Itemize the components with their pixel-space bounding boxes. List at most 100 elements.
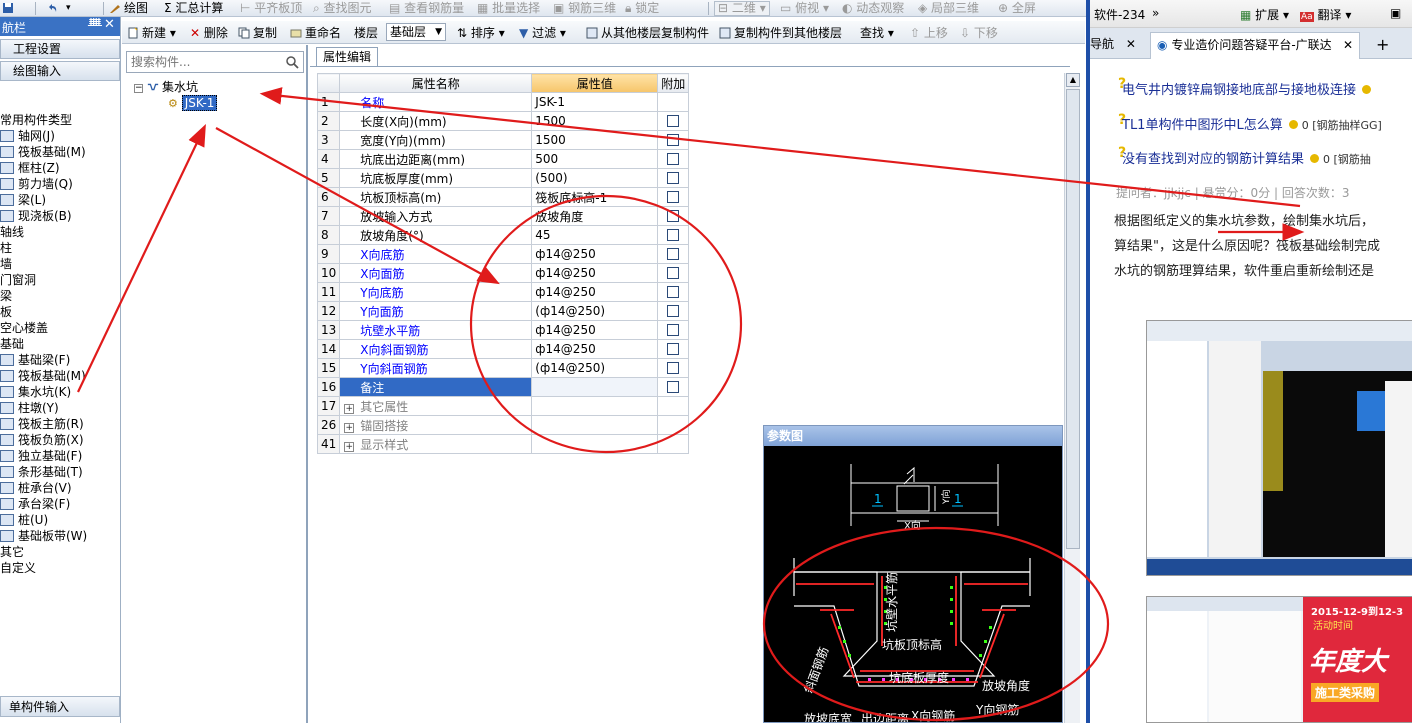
- property-value[interactable]: (ф14@250): [531, 301, 659, 321]
- property-row[interactable]: 9 X向底筋 ф14@250: [316, 244, 690, 264]
- nav-item[interactable]: 其它: [0, 544, 24, 560]
- nav-item[interactable]: 筏板基础(M): [0, 368, 86, 384]
- nav-item[interactable]: 筏板负筋(X): [0, 432, 84, 448]
- property-row[interactable]: 5 坑底板厚度(mm) (500): [316, 168, 690, 188]
- tab-close-icon[interactable]: ✕: [1343, 33, 1353, 58]
- move-up-button[interactable]: ⇧ 上移: [910, 25, 948, 41]
- sort-button[interactable]: ⇅ 排序 ▾: [457, 25, 505, 41]
- single-component-input-button[interactable]: 单构件输入: [0, 696, 120, 717]
- rebar-3d-button[interactable]: ▣ 钢筋三维: [553, 0, 616, 16]
- tab-navigation[interactable]: 导航 ✕: [1090, 32, 1142, 59]
- nav-item[interactable]: 柱墩(Y): [0, 400, 59, 416]
- property-value[interactable]: (500): [531, 168, 659, 188]
- flush-slab-button[interactable]: ⊢ 平齐板顶: [240, 0, 302, 16]
- property-row[interactable]: 4 坑底出边距离(mm) 500: [316, 149, 690, 169]
- property-value[interactable]: ф14@250: [531, 244, 659, 264]
- filter-button[interactable]: ▼ 过滤 ▾: [519, 25, 566, 41]
- extra-checkbox[interactable]: [667, 305, 680, 317]
- property-row[interactable]: 11 Y向底筋 ф14@250: [316, 282, 690, 302]
- promo-banner[interactable]: 2015-12-9到12-3 活动时间 年度大 施工类采购: [1303, 597, 1412, 722]
- property-value[interactable]: [531, 415, 659, 435]
- nav-item[interactable]: 基础板带(W): [0, 528, 87, 544]
- find-element-button[interactable]: ⌕ 查找图元: [313, 0, 372, 16]
- rename-button[interactable]: 重命名: [290, 25, 341, 41]
- property-row[interactable]: 8 放坡角度(°) 45: [316, 225, 690, 245]
- nav-item[interactable]: 轴网(J): [0, 128, 55, 144]
- property-value[interactable]: ф14@250: [531, 282, 659, 302]
- summary-button[interactable]: Σ 汇总计算: [164, 0, 223, 16]
- nav-item[interactable]: 门窗洞: [0, 272, 36, 288]
- extra-checkbox[interactable]: [667, 381, 680, 393]
- extra-checkbox[interactable]: [667, 229, 680, 241]
- scroll-up-icon[interactable]: ▲: [1066, 73, 1080, 87]
- property-row[interactable]: 2 长度(X向)(mm) 1500: [316, 111, 690, 131]
- extra-checkbox[interactable]: [667, 286, 680, 298]
- property-value[interactable]: ф14@250: [531, 339, 659, 359]
- nav-item[interactable]: 桩(U): [0, 512, 48, 528]
- extra-checkbox[interactable]: [667, 343, 680, 355]
- view-rebar-button[interactable]: ▤ 查看钢筋量: [389, 0, 464, 16]
- nav-item[interactable]: 剪力墙(Q): [0, 176, 73, 192]
- property-row[interactable]: 41 + 显示样式: [316, 434, 690, 454]
- extra-checkbox[interactable]: [667, 172, 680, 184]
- property-row[interactable]: 17 + 其它属性: [316, 396, 690, 416]
- expand-icon[interactable]: +: [344, 422, 355, 433]
- bookmark-software-234[interactable]: 软件-234: [1094, 6, 1145, 23]
- extra-checkbox[interactable]: [667, 362, 680, 374]
- move-down-button[interactable]: ⇩ 下移: [960, 25, 998, 41]
- property-value[interactable]: ф14@250: [531, 320, 659, 340]
- nav-item[interactable]: 条形基础(T): [0, 464, 83, 480]
- property-value[interactable]: 1500: [531, 111, 659, 131]
- tab-close-icon[interactable]: ✕: [1126, 37, 1136, 51]
- nav-item[interactable]: 梁(L): [0, 192, 46, 208]
- batch-select-button[interactable]: ▦ 批量选择: [477, 0, 540, 16]
- tab-property-edit[interactable]: 属性编辑: [316, 47, 379, 67]
- question-screenshot-1[interactable]: [1146, 320, 1412, 576]
- nav-item[interactable]: 墙: [0, 256, 12, 272]
- nav-item[interactable]: 框柱(Z): [0, 160, 60, 176]
- new-tab-button[interactable]: +: [1370, 32, 1395, 59]
- draw-button[interactable]: 绘图: [109, 0, 148, 16]
- property-value[interactable]: 筏板底标高-1: [531, 187, 659, 207]
- property-value[interactable]: JSK-1: [531, 92, 659, 112]
- tree-node-jsk-1[interactable]: ⚙ JSK-1: [168, 95, 218, 111]
- pin-icon[interactable]: ᚙ: [88, 18, 102, 32]
- undo-icon[interactable]: [46, 0, 61, 16]
- question-link-3[interactable]: 没有查找到对应的钢筋计算结果 0 [钢筋抽: [1122, 148, 1371, 167]
- local-3d-button[interactable]: ◈ 局部三维: [918, 0, 979, 16]
- extra-checkbox[interactable]: [667, 115, 680, 127]
- top-view-button[interactable]: ▭ 俯视 ▾: [780, 0, 829, 16]
- translate-button[interactable]: Aa 翻译 ▾: [1300, 6, 1351, 23]
- extra-checkbox[interactable]: [667, 267, 680, 279]
- property-value[interactable]: 1500: [531, 130, 659, 150]
- property-row[interactable]: 1 名称 JSK-1: [316, 92, 690, 112]
- extra-checkbox[interactable]: [667, 191, 680, 203]
- scrollbar-thumb[interactable]: [1066, 89, 1080, 549]
- extra-checkbox[interactable]: [667, 248, 680, 260]
- property-row[interactable]: 6 坑板顶标高(m) 筏板底标高-1: [316, 187, 690, 207]
- search-icon[interactable]: [285, 55, 299, 69]
- nav-item[interactable]: 独立基础(F): [0, 448, 82, 464]
- nav-item[interactable]: 桩承台(V): [0, 480, 72, 496]
- nav-item[interactable]: 现浇板(B): [0, 208, 72, 224]
- property-row[interactable]: 13 坑壁水平筋 ф14@250: [316, 320, 690, 340]
- nav-item[interactable]: 承台梁(F): [0, 496, 70, 512]
- property-row[interactable]: 12 Y向面筋 (ф14@250): [316, 301, 690, 321]
- lock-button[interactable]: 🔒︎ 锁定: [625, 0, 659, 16]
- question-link-1[interactable]: 电气井内镀锌扁钢接地底部与接地极连接: [1122, 79, 1375, 98]
- property-row[interactable]: 7 放坡输入方式 放坡角度: [316, 206, 690, 226]
- find-button[interactable]: 查找 ▾: [860, 25, 894, 41]
- nav-item[interactable]: 基础梁(F): [0, 352, 70, 368]
- nav-item[interactable]: 梁: [0, 288, 12, 304]
- drawing-input-button[interactable]: 绘图输入: [0, 61, 120, 81]
- extra-checkbox[interactable]: [667, 210, 680, 222]
- property-vertical-scrollbar[interactable]: ▲: [1064, 73, 1080, 723]
- question-link-2[interactable]: TL1单构件中图形中L怎么算 0 [钢筋抽样GG]: [1122, 114, 1382, 133]
- extensions-button[interactable]: ▦ 扩展 ▾: [1240, 6, 1289, 23]
- save-icon[interactable]: [2, 0, 17, 16]
- tab-glodon-qa[interactable]: ◉ 专业造价问题答疑平台-广联达 ✕: [1150, 32, 1360, 59]
- nav-item[interactable]: 筏板基础(M): [0, 144, 86, 160]
- property-value[interactable]: 45: [531, 225, 659, 245]
- component-search-input[interactable]: [129, 54, 279, 70]
- extra-checkbox[interactable]: [667, 324, 680, 336]
